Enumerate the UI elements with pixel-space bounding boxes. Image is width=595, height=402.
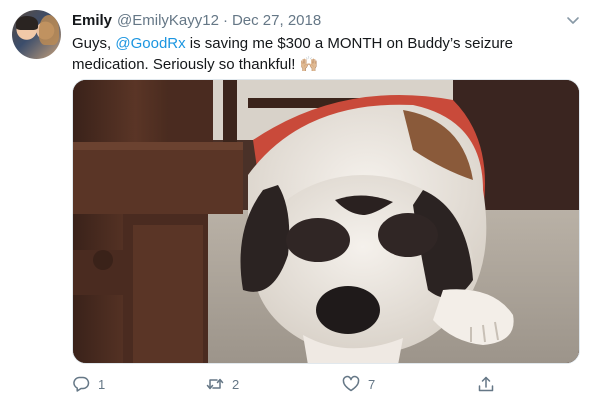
reply-button[interactable]: 1 — [72, 373, 105, 395]
avatar-detail — [39, 15, 59, 45]
retweet-button[interactable]: 2 — [206, 373, 239, 395]
heart-icon — [342, 375, 360, 392]
separator-dot: · — [222, 11, 228, 29]
tweet-header: Emily @EmilyKayy12 · Dec 27, 2018 — [72, 10, 581, 30]
tweet-card[interactable]: Emily @EmilyKayy12 · Dec 27, 2018 Guys, … — [0, 0, 595, 402]
tweet-date[interactable]: Dec 27, 2018 — [232, 12, 321, 29]
avatar[interactable] — [12, 10, 61, 59]
chevron-down-icon[interactable] — [565, 12, 581, 28]
author-handle[interactable]: @EmilyKayy12 — [117, 12, 219, 29]
like-button[interactable]: 7 — [342, 373, 375, 395]
retweet-icon — [206, 378, 224, 390]
raised-hands-emoji: 🙌🏼 — [299, 56, 319, 73]
author-name[interactable]: Emily — [72, 12, 112, 29]
tweet-text-prefix: Guys, — [72, 35, 116, 52]
share-button[interactable] — [477, 373, 503, 395]
retweet-count: 2 — [232, 376, 240, 392]
dog-photo-illustration — [73, 80, 579, 363]
tweet-actions: 1 2 7 — [72, 373, 512, 395]
share-icon — [478, 376, 494, 392]
avatar-detail — [16, 16, 38, 30]
reply-count: 1 — [98, 376, 106, 392]
tweet-text: Guys, @GoodRx is saving me $300 a MONTH … — [72, 33, 577, 75]
tweet-photo[interactable] — [72, 79, 580, 364]
comment-icon — [73, 376, 90, 392]
mention-link[interactable]: @GoodRx — [115, 35, 185, 52]
like-count: 7 — [368, 376, 376, 392]
